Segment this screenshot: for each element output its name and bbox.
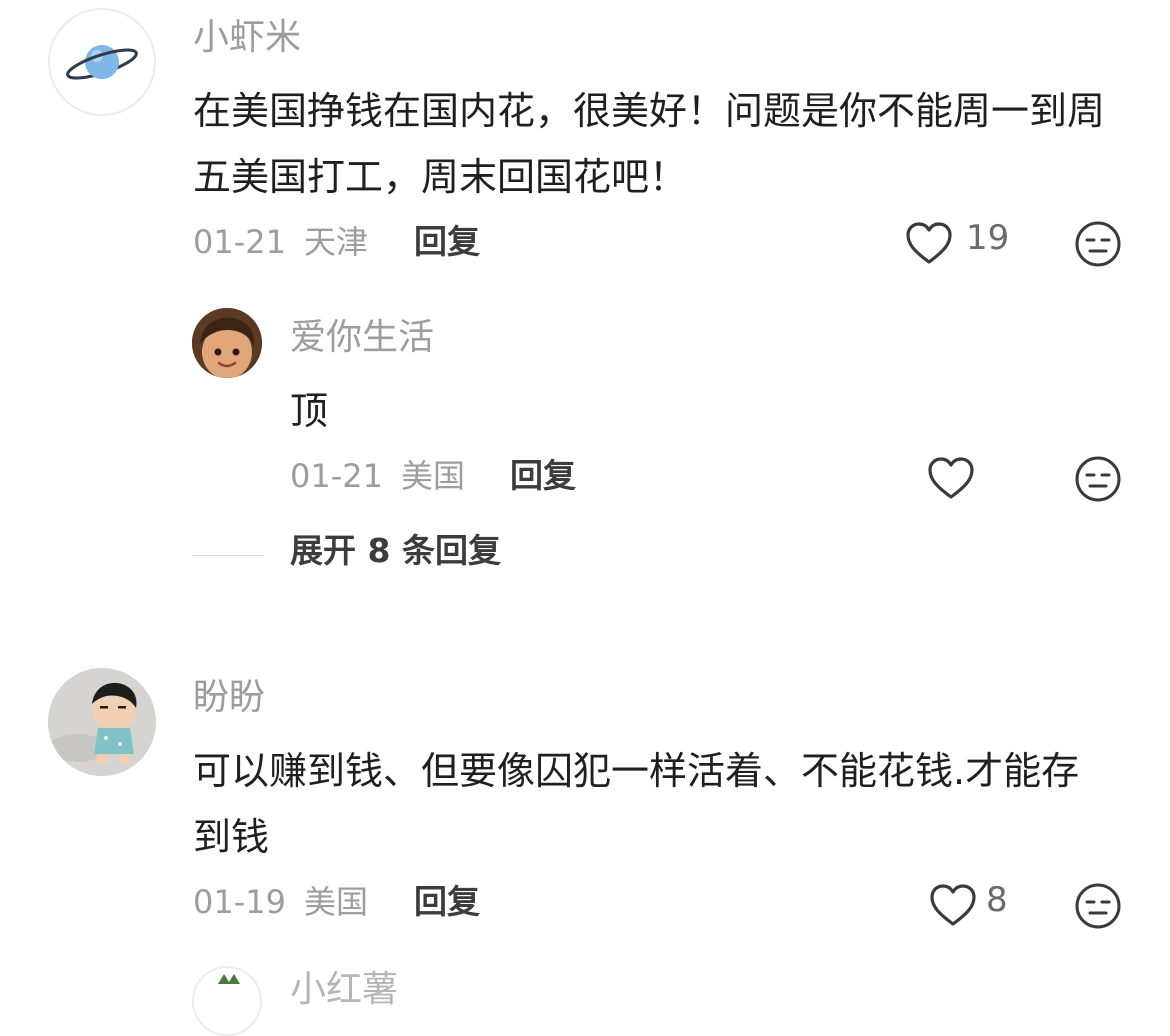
comment-username[interactable]: 盼盼 xyxy=(193,676,265,720)
reply-button[interactable]: 回复 xyxy=(510,456,576,496)
avatar[interactable] xyxy=(192,966,262,1036)
reply-text: 顶 xyxy=(290,389,329,433)
avatar[interactable] xyxy=(192,308,262,378)
comment-date: 01-19 xyxy=(193,883,286,921)
like-button[interactable] xyxy=(926,455,976,501)
comment-username[interactable]: 小红薯 xyxy=(290,968,398,1012)
dislike-button[interactable] xyxy=(1074,455,1122,503)
emoji-avatar-icon xyxy=(192,308,262,378)
comment-location: 天津 xyxy=(304,223,369,261)
like-count: 8 xyxy=(986,880,1008,920)
comment-location: 美国 xyxy=(304,883,369,921)
cartoon-figure-icon xyxy=(48,668,156,776)
comment-date: 01-21 xyxy=(193,223,286,261)
reply-button[interactable]: 回复 xyxy=(414,882,480,922)
like-count: 19 xyxy=(966,218,1010,258)
heart-outline-icon xyxy=(930,884,976,926)
neutral-face-icon xyxy=(1075,221,1121,267)
reply-location: 美国 xyxy=(401,457,466,495)
comment-username[interactable]: 小虾米 xyxy=(193,16,301,60)
comment-text: 可以赚到钱、但要像囚犯一样活着、不能花钱.才能存到钱 xyxy=(193,749,1080,859)
dislike-button[interactable] xyxy=(1074,882,1122,930)
reply-date: 01-21 xyxy=(290,457,383,495)
heart-outline-icon xyxy=(906,222,952,264)
expand-divider xyxy=(192,555,264,556)
like-button[interactable] xyxy=(904,220,954,266)
neutral-face-icon xyxy=(1075,456,1121,502)
reply-button[interactable]: 回复 xyxy=(414,222,480,262)
avatar[interactable] xyxy=(48,8,156,116)
plant-avatar-icon xyxy=(218,974,240,984)
avatar[interactable] xyxy=(48,668,156,776)
neutral-face-icon xyxy=(1075,883,1121,929)
expand-replies-button[interactable]: 展开 8 条回复 xyxy=(290,531,501,571)
like-button[interactable] xyxy=(928,882,978,928)
heart-outline-icon xyxy=(928,457,974,499)
planet-icon xyxy=(66,45,138,80)
reply-username[interactable]: 爱你生活 xyxy=(290,316,434,360)
comment-text: 在美国挣钱在国内花，很美好！问题是你不能周一到周五美国打工，周末回国花吧！ xyxy=(193,89,1106,199)
dislike-button[interactable] xyxy=(1074,220,1122,268)
